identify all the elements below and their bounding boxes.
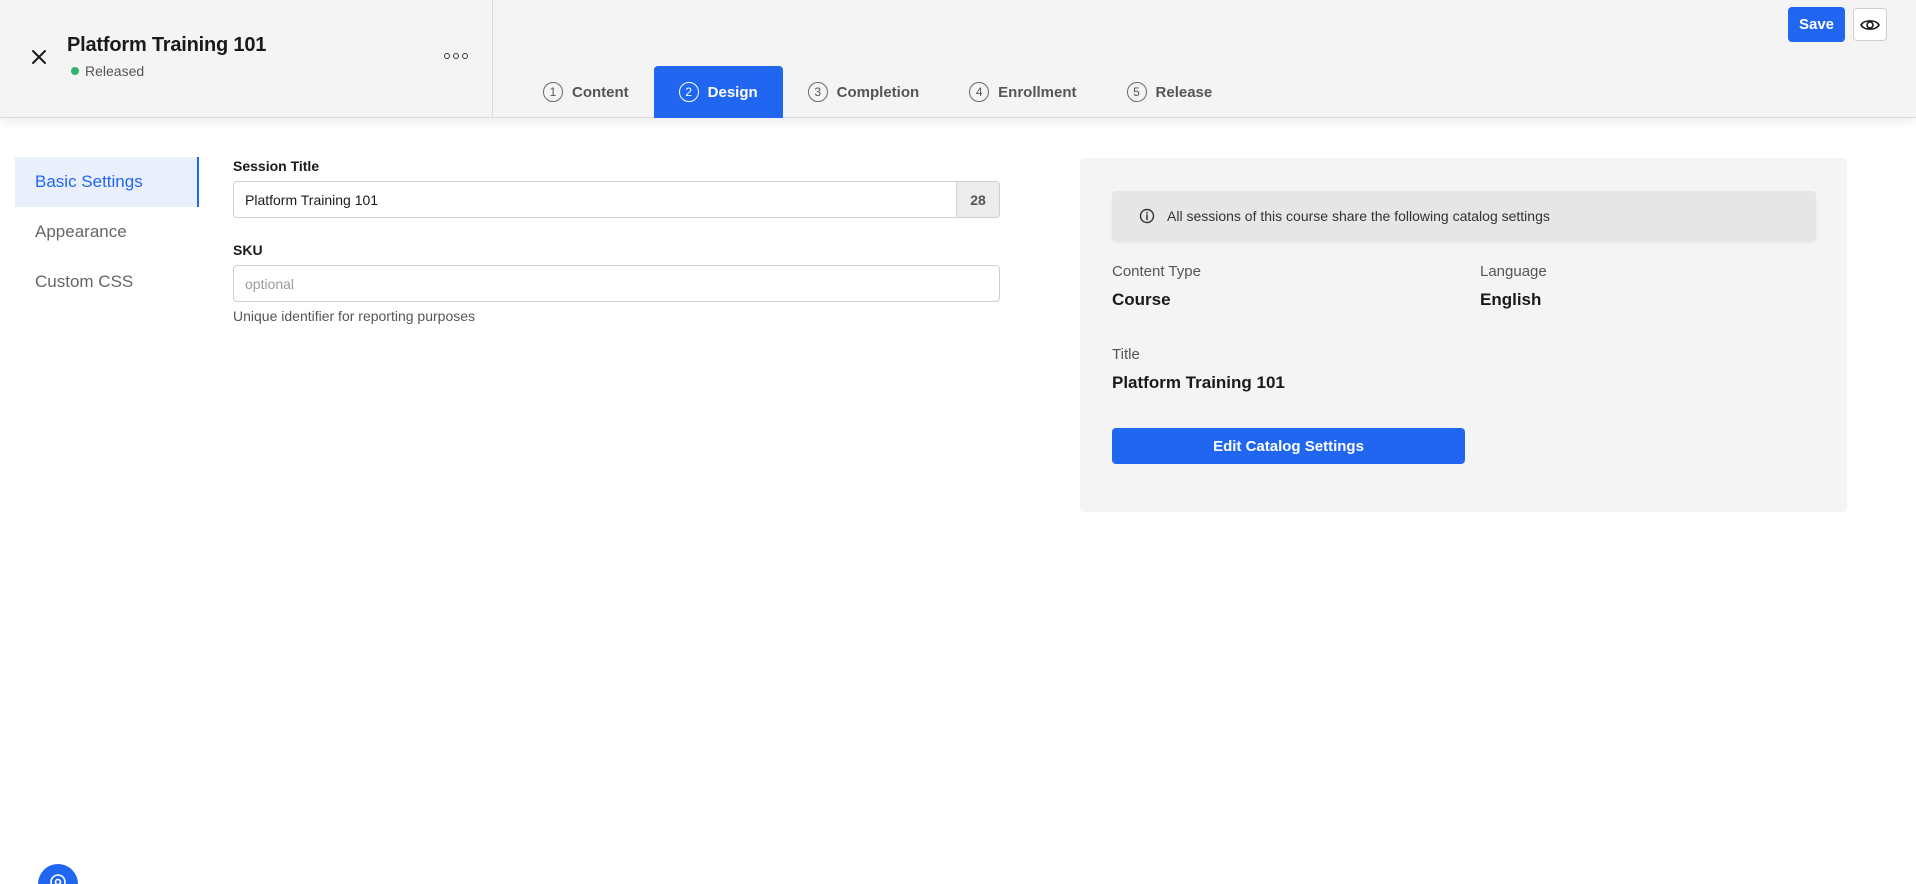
tab-label: Completion [836,83,920,101]
session-title-field: 28 [233,181,1000,218]
eye-icon [1860,19,1880,30]
catalog-settings-panel: All sessions of this course share the fo… [1080,158,1847,512]
step-number-icon: 3 [807,82,828,102]
step-tabs: 1 Content 2 Design 3 Completion 4 Enroll… [518,66,1237,118]
step-number-icon: 1 [543,82,563,102]
tab-label: Design [707,83,758,101]
session-title-label: Session Title [233,158,320,174]
info-icon [1139,208,1155,224]
character-count-badge: 28 [956,182,999,217]
language-value: English [1480,290,1542,309]
more-options-button[interactable] [444,48,468,64]
status-text: Released [85,63,145,79]
edit-catalog-settings-button[interactable]: Edit Catalog Settings [1112,428,1465,464]
tab-label: Release [1155,83,1213,101]
help-button[interactable] [38,864,78,884]
content-type-block: Content Type Course [1112,263,1201,310]
session-title-input[interactable] [234,182,956,217]
close-button[interactable] [26,44,52,70]
preview-button[interactable] [1853,8,1887,41]
tab-content[interactable]: 1 Content [518,66,654,118]
catalog-info-text: All sessions of this course share the fo… [1167,208,1550,224]
tab-design[interactable]: 2 Design [653,66,783,118]
sku-field [233,265,1000,302]
save-button[interactable]: Save [1788,7,1845,42]
sku-input[interactable] [234,266,999,301]
language-label: Language [1480,263,1547,280]
nav-item-basic-settings[interactable]: Basic Settings [15,157,199,207]
tab-label: Content [572,83,629,101]
tab-enrollment[interactable]: 4 Enrollment [944,66,1101,118]
tab-label: Enrollment [998,83,1077,101]
top-header: Platform Training 101 Released 1 Content… [0,0,1916,118]
nav-item-label: Custom CSS [35,272,134,291]
tab-release[interactable]: 5 Release [1102,66,1238,118]
header-divider [492,0,493,118]
nav-item-custom-css[interactable]: Custom CSS [15,257,199,307]
sku-helper-text: Unique identifier for reporting purposes [233,308,476,324]
step-number-icon: 5 [1126,82,1147,102]
settings-side-nav: Basic Settings Appearance Custom CSS [15,157,199,307]
content-type-label: Content Type [1112,263,1201,280]
more-horizontal-icon [444,53,450,59]
course-title: Platform Training 101 [67,34,267,56]
catalog-title-block: Title Platform Training 101 [1112,346,1285,393]
status-dot-icon [71,67,79,75]
course-title-block: Platform Training 101 Released [67,34,266,79]
nav-item-label: Appearance [35,222,127,241]
basic-settings-form: Session Title 28 SKU Unique identifier f… [233,158,1000,324]
sku-group: SKU Unique identifier for reporting purp… [233,242,1000,324]
nav-item-appearance[interactable]: Appearance [15,207,199,257]
step-number-icon: 4 [969,82,990,102]
status-indicator: Released [71,63,266,79]
content-type-value: Course [1112,290,1171,309]
tab-completion[interactable]: 3 Completion [783,66,945,118]
sku-label: SKU [233,242,263,258]
more-horizontal-icon [462,53,468,59]
catalog-title-value: Platform Training 101 [1112,373,1285,392]
language-block: Language English [1480,263,1547,310]
more-horizontal-icon [453,53,459,59]
step-number-icon: 2 [678,82,699,102]
nav-item-label: Basic Settings [35,172,143,191]
catalog-title-label: Title [1112,346,1140,363]
catalog-info-banner: All sessions of this course share the fo… [1112,191,1816,241]
help-icon [50,874,66,884]
close-icon [32,50,46,64]
